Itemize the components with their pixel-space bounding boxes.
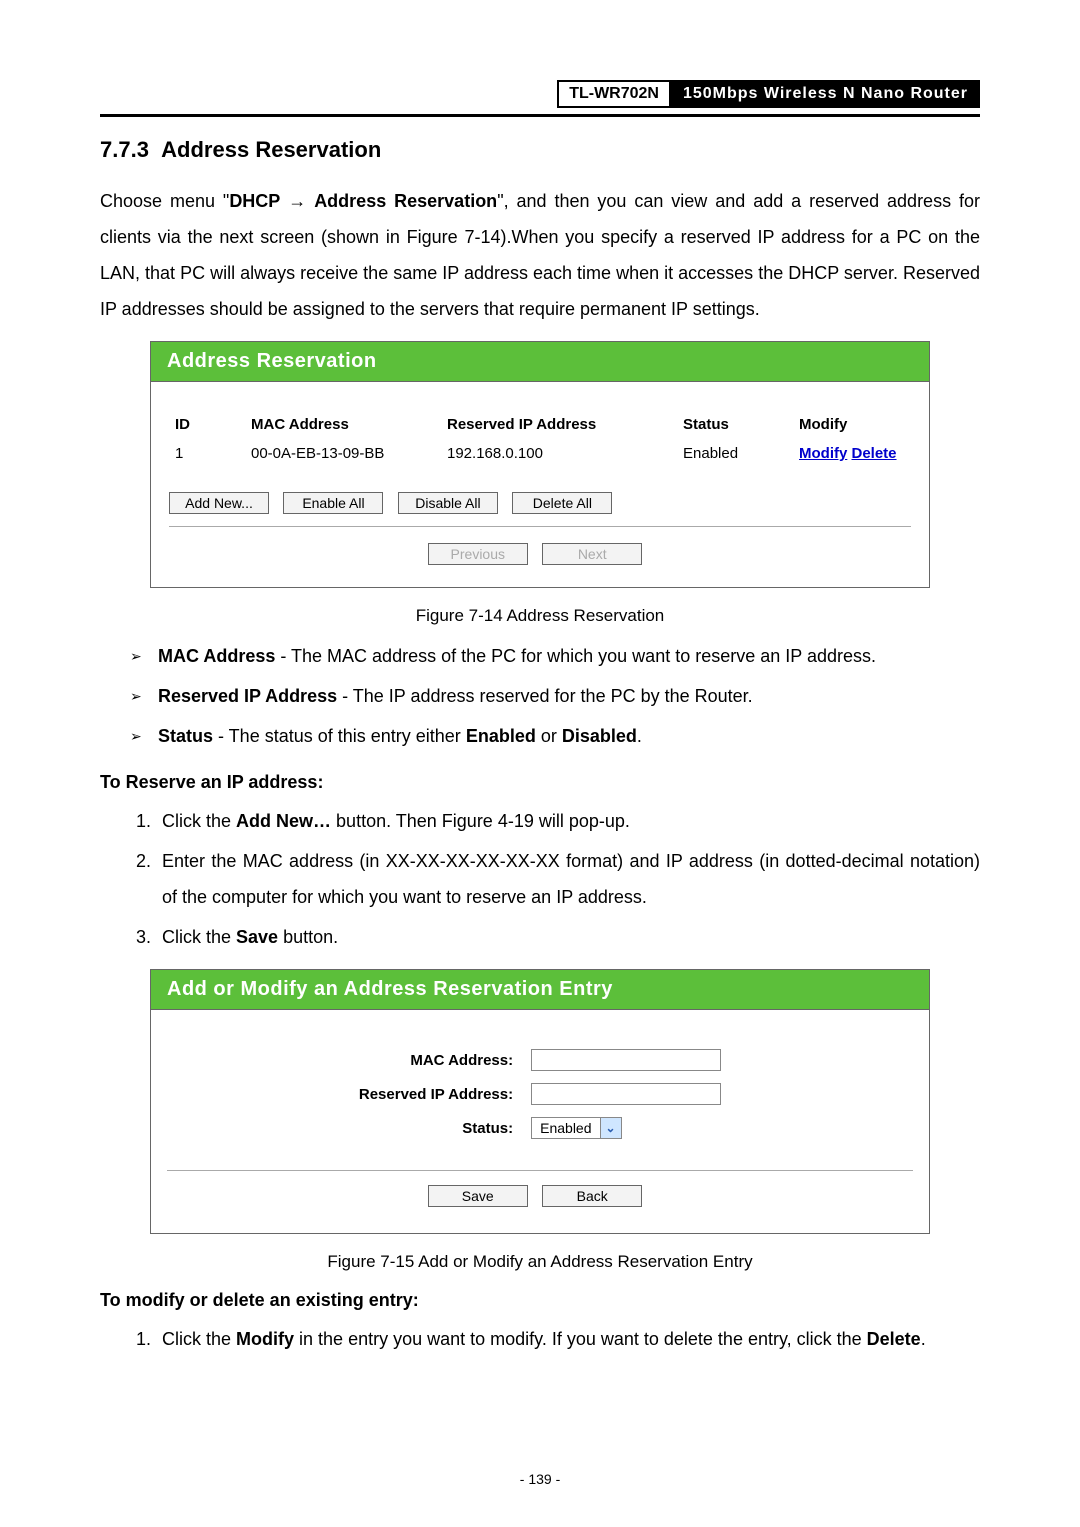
- page-header: TL-WR702N 150Mbps Wireless N Nano Router: [100, 80, 980, 108]
- label-ip: Reserved IP Address:: [351, 1078, 521, 1110]
- label-status: Status:: [351, 1112, 521, 1144]
- previous-button[interactable]: Previous: [428, 543, 528, 565]
- col-mac: MAC Address: [243, 410, 439, 439]
- col-modify: Modify: [791, 410, 913, 439]
- disable-all-button[interactable]: Disable All: [398, 492, 498, 514]
- header-rule: [100, 114, 980, 117]
- def-ip: Reserved IP Address - The IP address res…: [130, 678, 980, 714]
- col-status: Status: [675, 410, 791, 439]
- status-select-value: Enabled: [532, 1118, 599, 1138]
- header-model: TL-WR702N: [557, 80, 671, 108]
- add-new-button[interactable]: Add New...: [169, 492, 269, 514]
- modify-steps: Click the Modify in the entry you want t…: [100, 1321, 980, 1357]
- figure-7-14-title: Address Reservation: [151, 342, 929, 382]
- button-row-actions: Add New... Enable All Disable All Delete…: [169, 492, 911, 514]
- back-button[interactable]: Back: [542, 1185, 642, 1207]
- label-mac: MAC Address:: [351, 1044, 521, 1076]
- page-number: - 139 -: [0, 1471, 1080, 1487]
- def-status: Status - The status of this entry either…: [130, 718, 980, 754]
- modify-step-1: Click the Modify in the entry you want t…: [156, 1321, 980, 1357]
- form-button-row: Save Back: [167, 1170, 913, 1217]
- reservation-table: ID MAC Address Reserved IP Address Statu…: [167, 410, 913, 468]
- reserve-heading: To Reserve an IP address:: [100, 772, 980, 793]
- section-heading: 7.7.3 Address Reservation: [100, 137, 980, 163]
- reserve-step-3: Click the Save button.: [156, 919, 980, 955]
- figure-7-15-caption: Figure 7-15 Add or Modify an Address Res…: [100, 1252, 980, 1272]
- figure-7-15: Add or Modify an Address Reservation Ent…: [150, 969, 930, 1234]
- reserve-step-1: Click the Add New… button. Then Figure 4…: [156, 803, 980, 839]
- reserve-steps: Click the Add New… button. Then Figure 4…: [100, 803, 980, 955]
- save-button[interactable]: Save: [428, 1185, 528, 1207]
- entry-form: MAC Address: Reserved IP Address: Status…: [349, 1042, 731, 1146]
- table-row: 1 00-0A-EB-13-09-BB 192.168.0.100 Enable…: [167, 439, 913, 468]
- figure-7-14-caption: Figure 7-14 Address Reservation: [100, 606, 980, 626]
- intro-paragraph: Choose menu "DHCP → Address Reservation"…: [100, 183, 980, 327]
- ip-input[interactable]: [531, 1083, 721, 1105]
- header-desc: 150Mbps Wireless N Nano Router: [671, 80, 980, 108]
- cell-id: 1: [167, 439, 243, 468]
- modify-link[interactable]: Modify: [799, 445, 847, 462]
- status-select[interactable]: Enabled ⌄: [531, 1117, 621, 1139]
- cell-mac: 00-0A-EB-13-09-BB: [243, 439, 439, 468]
- cell-status: Enabled: [675, 439, 791, 468]
- delete-all-button[interactable]: Delete All: [512, 492, 612, 514]
- definition-list: MAC Address - The MAC address of the PC …: [100, 638, 980, 754]
- delete-link[interactable]: Delete: [852, 445, 897, 462]
- button-row-pager: Previous Next: [169, 526, 911, 565]
- mac-input[interactable]: [531, 1049, 721, 1071]
- figure-7-14: Address Reservation ID MAC Address Reser…: [150, 341, 930, 588]
- col-ip: Reserved IP Address: [439, 410, 675, 439]
- modify-heading: To modify or delete an existing entry:: [100, 1290, 980, 1311]
- col-id: ID: [167, 410, 243, 439]
- figure-7-15-title: Add or Modify an Address Reservation Ent…: [151, 970, 929, 1010]
- enable-all-button[interactable]: Enable All: [283, 492, 383, 514]
- next-button[interactable]: Next: [542, 543, 642, 565]
- def-mac: MAC Address - The MAC address of the PC …: [130, 638, 980, 674]
- chevron-down-icon: ⌄: [600, 1118, 621, 1138]
- cell-ip: 192.168.0.100: [439, 439, 675, 468]
- reserve-step-2: Enter the MAC address (in XX-XX-XX-XX-XX…: [156, 843, 980, 915]
